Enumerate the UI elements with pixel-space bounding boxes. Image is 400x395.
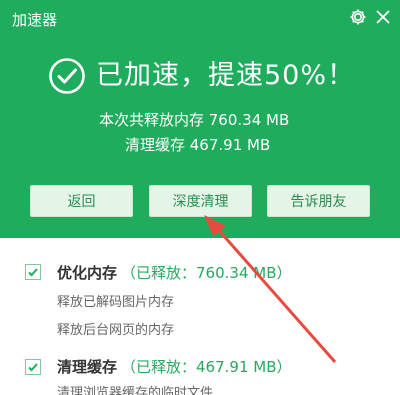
close-icon[interactable] [372, 6, 394, 28]
status-row: 已加速，提速50%！ [48, 55, 355, 97]
list-item-title: 优化内存 （已释放：760.34 MB） [57, 263, 292, 283]
status-headline: 已加速，提速50%！ [96, 60, 356, 91]
clean-cache-checkbox[interactable] [25, 359, 41, 375]
result-header: 加速器 已加速，提速50%！ 本次共释放内存 760.34 MB 清理缓存 46… [0, 0, 400, 238]
checkmark-icon [28, 363, 38, 372]
window-title: 加速器 [12, 11, 58, 29]
deep-clean-button[interactable]: 深度清理 [149, 185, 252, 217]
optimize-memory-checkbox[interactable] [25, 264, 41, 280]
item-detail: 清理浏览器缓存的临时文件 [57, 386, 214, 395]
item-name: 优化内存 [57, 264, 118, 282]
accelerator-window: 加速器 已加速，提速50%！ 本次共释放内存 760.34 MB 清理缓存 46… [0, 0, 400, 395]
item-name: 清理缓存 [57, 358, 118, 376]
cache-cleaned-stat: 清理缓存 467.91 MB [125, 136, 271, 154]
item-detail: 释放后台网页的内存 [57, 323, 175, 338]
tell-friends-button[interactable]: 告诉朋友 [267, 185, 370, 217]
details-panel: 优化内存 （已释放：760.34 MB） 释放已解码图片内存 释放后台网页的内存 … [0, 238, 400, 395]
gear-icon[interactable] [347, 6, 369, 28]
back-button[interactable]: 返回 [30, 185, 133, 217]
list-item-title: 清理缓存 （已释放：467.91 MB） [57, 357, 292, 377]
item-detail: 释放已解码图片内存 [57, 295, 175, 310]
memory-freed-stat: 本次共释放内存 760.34 MB [99, 111, 290, 129]
item-released: （已释放：467.91 MB） [121, 358, 292, 376]
checkmark-icon [28, 268, 38, 277]
item-released: （已释放：760.34 MB） [121, 264, 292, 282]
check-circle-icon [49, 58, 85, 94]
